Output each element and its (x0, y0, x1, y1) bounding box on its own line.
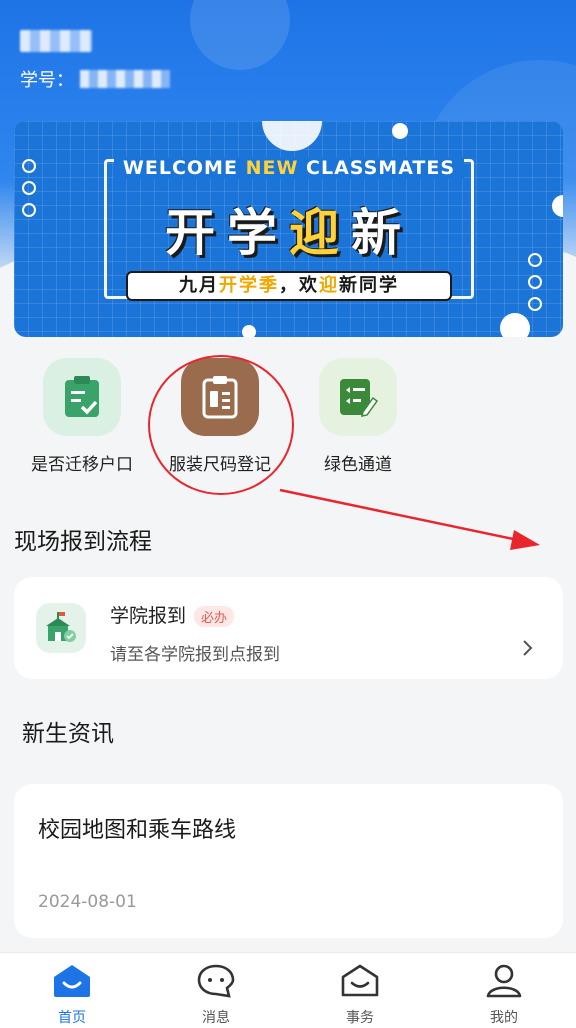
welcome-banner[interactable]: WELCOME NEW CLASSMATES 开学迎新 九月开学季，欢迎新同学 (14, 121, 563, 337)
student-number: 学号： (20, 66, 170, 92)
quick-item-label: 是否迁移户口 (31, 455, 133, 475)
quick-item-label: 绿色通道 (324, 455, 392, 475)
bottom-nav: 首页 消息 事务 我的 (0, 952, 576, 1028)
banner-welcome-text: WELCOME NEW CLASSMATES (114, 157, 464, 179)
report-item-desc: 请至各学院报到点报到 (110, 645, 280, 665)
nav-label: 消息 (202, 1010, 230, 1026)
note-edit-icon (319, 358, 397, 436)
nav-label: 首页 (58, 1010, 86, 1026)
user-name-redacted (20, 30, 92, 52)
quick-item-green-channel[interactable]: 绿色通道 (288, 358, 428, 475)
school-icon (36, 603, 86, 653)
report-item-title: 学院报到 (110, 605, 187, 627)
user-icon (484, 963, 524, 1003)
required-badge: 必办 (194, 606, 235, 627)
news-section-title: 新生资讯 (22, 721, 114, 747)
nav-home[interactable]: 首页 (0, 953, 144, 1028)
home-icon (52, 963, 92, 1003)
news-card-date: 2024-08-01 (38, 892, 137, 912)
banner-subtitle: 九月开学季，欢迎新同学 (126, 271, 452, 301)
student-number-label: 学号： (20, 70, 74, 91)
nav-affairs[interactable]: 事务 (288, 953, 432, 1028)
college-report-card[interactable]: 学院报到 必办 请至各学院报到点报到 (14, 577, 563, 679)
quick-item-household-migration[interactable]: 是否迁移户口 (12, 358, 152, 475)
annotation-circle (148, 355, 294, 495)
nav-profile[interactable]: 我的 (432, 953, 576, 1028)
report-section-title: 现场报到流程 (14, 529, 152, 555)
mail-icon (340, 963, 380, 1003)
news-card-title: 校园地图和乘车路线 (38, 818, 237, 843)
banner-title: 开学迎新 (165, 204, 413, 262)
nav-label: 我的 (490, 1010, 518, 1026)
nav-messages[interactable]: 消息 (144, 953, 288, 1028)
student-number-redacted (80, 70, 170, 88)
nav-label: 事务 (346, 1010, 374, 1026)
clipboard-check-icon (43, 358, 121, 436)
news-card[interactable]: 校园地图和乘车路线 2024-08-01 (14, 784, 563, 938)
chevron-right-icon (522, 639, 534, 661)
message-icon (196, 963, 236, 1003)
